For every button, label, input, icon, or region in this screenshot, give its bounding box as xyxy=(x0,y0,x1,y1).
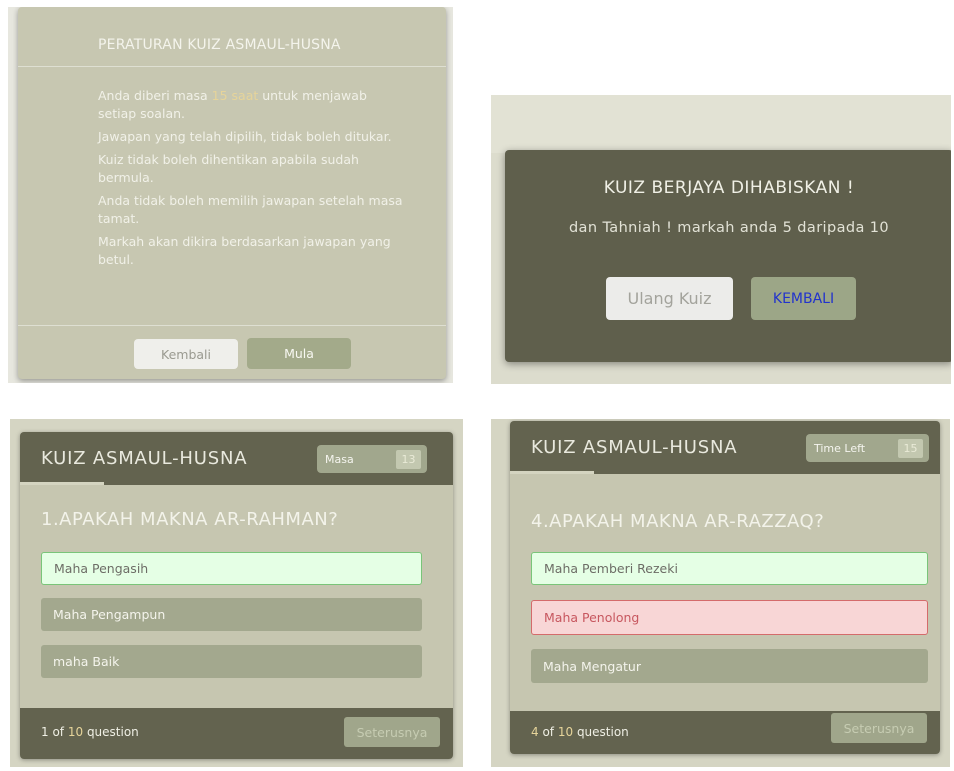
timer: Masa 13 xyxy=(317,445,427,473)
start-button[interactable]: Mula xyxy=(247,338,351,369)
question-text: 4.APAKAH MAKNA AR-RAZZAQ? xyxy=(531,511,825,532)
rules-modal: PERATURAN KUIZ ASMAUL-HUSNA Anda diberi … xyxy=(18,7,446,379)
answer-option[interactable]: Maha Pemberi Rezeki xyxy=(531,552,928,585)
timer-value: 15 xyxy=(898,439,923,458)
divider xyxy=(18,66,446,67)
counter-text: question xyxy=(573,725,629,739)
rule-text: Anda diberi masa xyxy=(98,88,212,103)
timer-value: 13 xyxy=(396,450,421,469)
timer: Time Left 15 xyxy=(806,434,929,462)
counter-text: question xyxy=(83,725,139,739)
retry-button[interactable]: Ulang Kuiz xyxy=(606,277,733,320)
counter-current: 4 xyxy=(531,725,539,739)
answer-option[interactable]: Maha Mengatur xyxy=(531,649,928,683)
rule-item: Jawapan yang telah dipilih, tidak boleh … xyxy=(98,129,392,144)
quiz-footer: 4 of 10 question Seterusnya xyxy=(510,711,940,754)
quiz-card: KUIZ ASMAUL-HUSNA Time Left 15 4.APAKAH … xyxy=(510,421,940,754)
answer-option[interactable]: Maha Pengasih xyxy=(41,552,422,585)
timer-label: Time Left xyxy=(814,441,866,455)
score-text: dan Tahniah ! markah anda 5 daripada 10 xyxy=(568,220,890,236)
rule-item: Anda tidak boleh memilih jawapan setelah… xyxy=(98,193,403,226)
counter-total: 10 xyxy=(67,725,84,739)
result-title: KUIZ BERJAYA DIHABISKAN ! xyxy=(603,178,855,198)
answer-option[interactable]: maha Baik xyxy=(41,645,422,678)
divider xyxy=(18,325,446,326)
counter-text: of xyxy=(48,725,68,739)
next-button[interactable]: Seterusnya xyxy=(344,717,440,747)
counter-total: 10 xyxy=(557,725,574,739)
counter-current: 1 xyxy=(41,725,49,739)
counter-text: of xyxy=(538,725,558,739)
rule-item: Anda diberi masa 15 saat untuk menjawab … xyxy=(98,87,408,123)
rules-list: Anda diberi masa 15 saat untuk menjawab … xyxy=(98,87,408,274)
quiz-header: KUIZ ASMAUL-HUSNA Masa 13 xyxy=(20,432,453,485)
rule-item: Markah akan dikira berdasarkan jawapan y… xyxy=(98,234,391,267)
back-button[interactable]: Kembali xyxy=(134,339,238,369)
quiz-screenshot-1: KUIZ ASMAUL-HUSNA Masa 13 1.APAKAH MAKNA… xyxy=(10,419,463,767)
home-button[interactable]: KEMBALI xyxy=(751,277,856,320)
question-counter: 1 of 10 question xyxy=(41,725,139,739)
app-title: KUIZ ASMAUL-HUSNA xyxy=(41,448,248,469)
quiz-header: KUIZ ASMAUL-HUSNA Time Left 15 xyxy=(510,421,940,474)
result-modal: KUIZ BERJAYA DIHABISKAN ! dan Tahniah ! … xyxy=(505,150,951,362)
quiz-screenshot-2: KUIZ ASMAUL-HUSNA Time Left 15 4.APAKAH … xyxy=(491,419,950,767)
rule-item: Kuiz tidak boleh dihentikan apabila suda… xyxy=(98,152,359,185)
header-underline xyxy=(510,471,594,474)
quiz-footer: 1 of 10 question Seterusnya xyxy=(20,708,453,759)
quiz-card: KUIZ ASMAUL-HUSNA Masa 13 1.APAKAH MAKNA… xyxy=(20,432,453,759)
answer-option[interactable]: Maha Pengampun xyxy=(41,598,422,631)
question-text: 1.APAKAH MAKNA AR-RAHMAN? xyxy=(41,509,339,530)
answer-option[interactable]: Maha Penolong xyxy=(531,600,928,635)
rules-title: PERATURAN KUIZ ASMAUL-HUSNA xyxy=(98,37,341,53)
result-screenshot: KUIZ BERJAYA DIHABISKAN ! dan Tahniah ! … xyxy=(491,95,951,384)
rules-screenshot: PERATURAN KUIZ ASMAUL-HUSNA Anda diberi … xyxy=(8,7,453,383)
next-button[interactable]: Seterusnya xyxy=(831,713,927,743)
rule-time-highlight: 15 saat xyxy=(211,88,259,103)
timer-label: Masa xyxy=(325,452,354,466)
background xyxy=(491,95,951,153)
header-underline xyxy=(20,482,104,485)
question-counter: 4 of 10 question xyxy=(531,725,629,739)
app-title: KUIZ ASMAUL-HUSNA xyxy=(531,437,738,458)
